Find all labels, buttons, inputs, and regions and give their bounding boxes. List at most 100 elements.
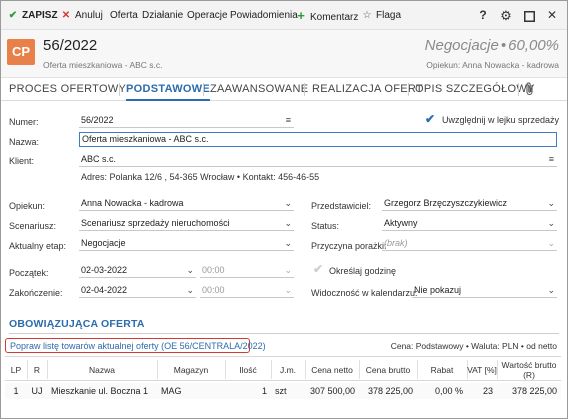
record-header: CP 56/2022 Oferta mieszkaniowa - ABC s.c… xyxy=(1,30,567,78)
col-cena-brutto[interactable]: Cena brutto xyxy=(359,357,417,382)
divider xyxy=(9,333,559,334)
poczatek-date[interactable]: 02-03-2022 ⌄ xyxy=(79,263,196,278)
star-icon: ☆ xyxy=(362,10,372,21)
col-r[interactable]: R xyxy=(27,357,47,382)
save-button[interactable]: ✔ ZAPISZ xyxy=(7,1,58,30)
chevron-down-icon: ⌄ xyxy=(284,218,292,228)
cell-r: UJ xyxy=(31,386,43,396)
numer-label: Numer: xyxy=(9,117,39,127)
chevron-down-icon: ⌄ xyxy=(186,265,194,275)
menu-operacje[interactable]: Operacje xyxy=(187,1,228,30)
record-subtitle: Oferta mieszkaniowa - ABC s.c. xyxy=(43,60,163,70)
chevron-down-icon: ⌄ xyxy=(547,198,555,208)
cell-vat: 23 xyxy=(482,386,493,396)
chevron-down-icon: ⌄ xyxy=(284,285,292,295)
tab-zaawansowane[interactable]: ZAAWANSOWANE xyxy=(210,78,308,101)
col-rabat[interactable]: Rabat xyxy=(417,357,467,382)
funnel-label: Uwzględnij w lejku sprzedaży xyxy=(442,115,560,125)
klient-field[interactable]: ABC s.c. ≡ xyxy=(79,152,557,167)
etap-select[interactable]: Negocjacje ⌄ xyxy=(79,236,294,251)
poczatek-time[interactable]: 00:00 ⌄ xyxy=(200,263,294,278)
client-menu-icon[interactable]: ≡ xyxy=(549,152,554,166)
status-select[interactable]: Aktywny ⌄ xyxy=(382,216,557,231)
items-table-header: LP R Nazwa Magazyn Ilość J.m. Cena netto… xyxy=(5,356,561,381)
cell-nazwa: Mieszkanie ul. Boczna 1 xyxy=(51,386,149,396)
help-icon[interactable]: ? xyxy=(474,1,492,30)
godzina-label: Określaj godzinę xyxy=(329,266,397,276)
close-window-icon[interactable]: ✕ xyxy=(543,1,561,30)
pricing-info: Cena: Podstawowy • Waluta: PLN • od nett… xyxy=(390,341,557,351)
client-address: Adres: Polanka 12/6 , 54-365 Wrocław • K… xyxy=(81,172,320,182)
chevron-down-icon: ⌄ xyxy=(547,218,555,228)
offer-window: ✔ ZAPISZ ✕ Anuluj Oferta Działanie Operacj… xyxy=(0,0,568,419)
cancel-button[interactable]: ✕ Anuluj xyxy=(60,1,103,30)
cell-rabat: 0,00 % xyxy=(434,386,463,396)
przyczyna-select[interactable]: (brak) ⌄ xyxy=(382,236,557,251)
checkmark-icon: ✔ xyxy=(8,10,18,21)
chevron-down-icon: ⌄ xyxy=(547,238,555,248)
funnel-checkbox[interactable]: ✔ xyxy=(425,113,437,125)
godzina-checkbox[interactable]: ✔ xyxy=(313,263,325,275)
zakonczenie-label: Zakończenie: xyxy=(9,288,63,298)
opiekun-label: Opiekun: xyxy=(9,201,46,211)
zakonczenie-date[interactable]: 02-04-2022 ⌄ xyxy=(79,283,196,298)
cell-wartosc-brutto: 378 225,00 xyxy=(511,386,557,396)
poczatek-label: Początek: xyxy=(9,268,49,278)
plus-icon: + xyxy=(297,8,305,23)
przyczyna-label: Przyczyna porażki: xyxy=(311,241,387,251)
etap-label: Aktualny etap: xyxy=(9,241,67,251)
cell-cena-netto: 307 500,00 xyxy=(309,386,355,396)
tab-realizacja-ofert[interactable]: REALIZACJA OFERT xyxy=(312,78,423,101)
klient-label: Klient: xyxy=(9,156,35,166)
flag-button[interactable]: ☆ Flaga xyxy=(361,1,402,30)
cell-ilosc: 1 xyxy=(261,386,267,396)
table-row[interactable]: 1 UJ Mieszkanie ul. Boczna 1 MAG 1 szt 3… xyxy=(5,383,561,399)
zakonczenie-time[interactable]: 00:00 ⌄ xyxy=(200,283,294,298)
status-label: Status: xyxy=(311,221,340,231)
avatar: CP xyxy=(7,39,35,65)
cell-cena-brutto: 378 225,00 xyxy=(367,386,413,396)
nazwa-label: Nazwa: xyxy=(9,137,40,147)
opiekun-select[interactable]: Anna Nowacka - kadrowa ⌄ xyxy=(79,196,294,211)
przedstawiciel-label: Przedstawiciel: xyxy=(311,201,372,211)
widocznosc-select[interactable]: Nie pokazuj ⌄ xyxy=(412,283,557,298)
stage-percent: 60,00% xyxy=(508,37,559,54)
stage-indicator: Negocjacje • 60,00% xyxy=(424,37,559,54)
edit-items-link[interactable]: Popraw listę towarów aktualnej oferty (O… xyxy=(10,341,266,351)
add-comment-button[interactable]: + Komentarz xyxy=(295,1,358,30)
gear-icon[interactable]: ⚙ xyxy=(497,1,515,30)
toolbar: ✔ ZAPISZ ✕ Anuluj Oferta Działanie Operacj… xyxy=(1,1,567,30)
owner-info: Opiekun: Anna Nowacka - kadrowa xyxy=(426,60,559,70)
nazwa-field[interactable]: Oferta mieszkaniowa - ABC s.c. xyxy=(79,132,557,147)
cell-lp: 1 xyxy=(13,386,19,396)
col-wartosc-brutto[interactable]: Wartość brutto (R) xyxy=(497,357,561,382)
tab-podstawowe[interactable]: PODSTAWOWE xyxy=(126,78,211,101)
scenariusz-label: Scenariusz: xyxy=(9,221,57,231)
menu-dzialanie[interactable]: Działanie xyxy=(142,1,183,30)
przedstawiciel-select[interactable]: Grzegorz Brzęczyszczykiewicz ⌄ xyxy=(382,196,557,211)
col-ilosc[interactable]: Ilość xyxy=(225,357,271,382)
record-number: 56/2022 xyxy=(43,37,98,54)
stage-name: Negocjacje xyxy=(424,37,499,54)
col-jm[interactable]: J.m. xyxy=(271,357,305,382)
maximize-icon[interactable] xyxy=(520,1,538,30)
tab-opis-szczegolowy[interactable]: OPIS SZCZEGÓŁOWY xyxy=(415,78,535,101)
numer-field[interactable]: 56/2022 ≡ xyxy=(79,113,294,128)
scenariusz-select[interactable]: Scenariusz sprzedaży nieruchomości ⌄ xyxy=(79,216,294,231)
section-title-offer: OBOWIĄZUJĄCA OFERTA xyxy=(9,318,145,330)
col-cena-netto[interactable]: Cena netto xyxy=(305,357,359,382)
chevron-down-icon: ⌄ xyxy=(547,285,555,295)
col-magazyn[interactable]: Magazyn xyxy=(157,357,225,382)
col-nazwa[interactable]: Nazwa xyxy=(47,357,157,382)
chevron-down-icon: ⌄ xyxy=(284,265,292,275)
close-icon: ✕ xyxy=(61,10,71,21)
cell-jm: szt xyxy=(275,386,287,396)
numbering-icon[interactable]: ≡ xyxy=(286,113,291,127)
tab-proces-ofertowy[interactable]: PROCES OFERTOWY xyxy=(9,78,126,101)
col-lp[interactable]: LP xyxy=(5,357,27,382)
col-vat[interactable]: VAT [%] xyxy=(467,357,497,382)
menu-oferta[interactable]: Oferta xyxy=(110,1,138,30)
menu-powiadomienia[interactable]: Powiadomienia xyxy=(230,1,298,30)
attachment-icon[interactable] xyxy=(525,78,535,101)
widocznosc-label: Widoczność w kalendarzu: xyxy=(311,288,418,298)
